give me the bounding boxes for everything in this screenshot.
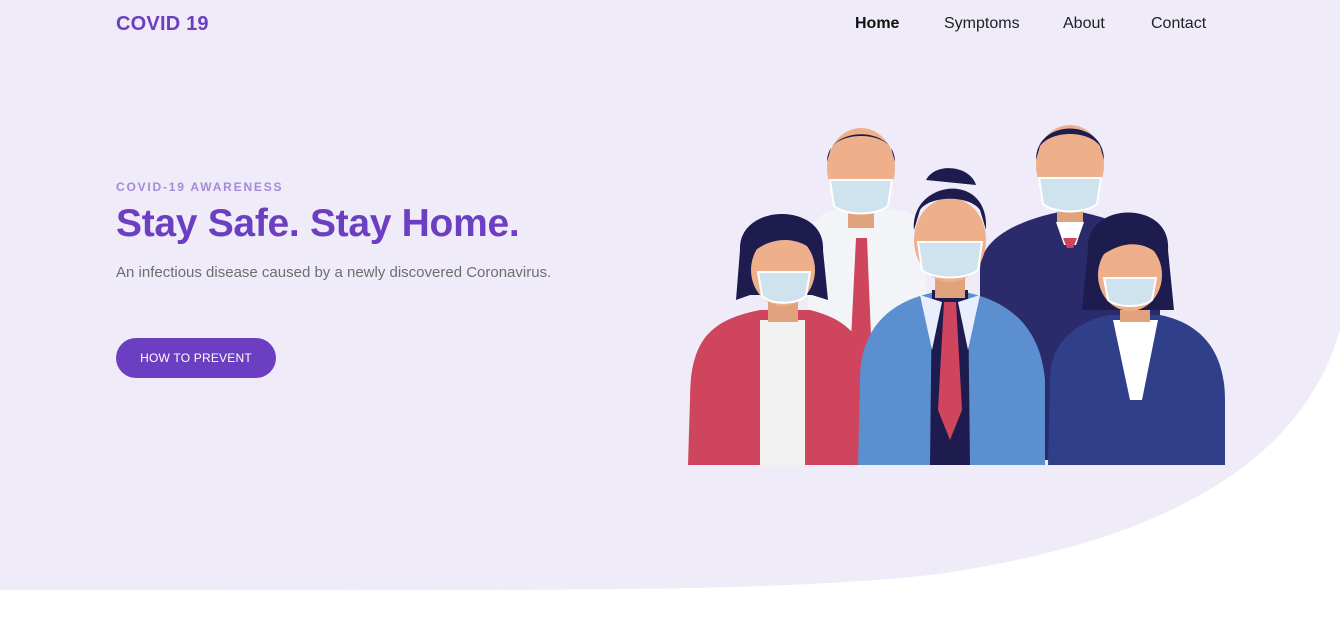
nav-home[interactable]: Home (855, 15, 899, 33)
masked-people-illustration-icon (688, 125, 1225, 465)
hero-text: COVID-19 AWARENESS Stay Safe. Stay Home.… (116, 180, 676, 281)
hero-subtitle: An infectious disease caused by a newly … (116, 264, 552, 281)
navbar: COVID 19 Home Symptoms About Contact (0, 0, 1340, 50)
page: COVID 19 Home Symptoms About Contact COV… (0, 0, 1340, 637)
how-to-prevent-button[interactable]: HOW TO PREVENT (116, 338, 276, 378)
hero-eyebrow: COVID-19 AWARENESS (116, 180, 284, 194)
nav-contact[interactable]: Contact (1151, 15, 1206, 33)
nav-links: Home Symptoms About Contact (0, 15, 1340, 37)
hero-headline: Stay Safe. Stay Home. (116, 202, 520, 245)
nav-about[interactable]: About (1063, 15, 1105, 33)
nav-symptoms[interactable]: Symptoms (944, 15, 1020, 33)
